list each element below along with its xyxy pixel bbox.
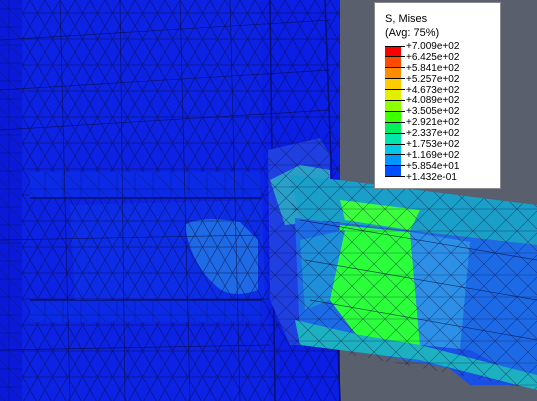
legend-tick (385, 121, 405, 123)
column-left-flange (0, 0, 22, 401)
legend-value: +4.089e+02 (406, 95, 460, 107)
legend-value: +2.337e+02 (406, 128, 460, 140)
legend-tick (385, 154, 405, 156)
legend-tick (385, 165, 405, 167)
legend-swatch (385, 154, 401, 166)
legend-value: +1.169e+02 (406, 149, 460, 161)
legend-swatch (385, 165, 401, 177)
legend-title: S, Mises (385, 13, 428, 25)
legend-min-value: +1.432e-01 (406, 171, 457, 183)
legend-swatch (385, 67, 401, 79)
legend-value: +3.505e+02 (406, 106, 460, 118)
legend-swatch (385, 46, 401, 57)
legend-swatch (385, 144, 401, 155)
legend-tick (385, 176, 405, 178)
legend-level-min: +1.432e-01 (385, 172, 497, 183)
legend-tick (385, 45, 405, 47)
legend-subtitle: (Avg: 75%) (385, 27, 440, 39)
legend-value: +2.921e+02 (406, 117, 460, 129)
legend-value: +5.257e+02 (406, 73, 460, 85)
viewport[interactable]: S, Mises (Avg: 75%) +7.009e+02 +6.425e+0… (0, 0, 537, 401)
legend-tick (385, 132, 405, 134)
legend-swatch (385, 89, 401, 101)
legend-value: +4.673e+02 (406, 84, 460, 96)
legend-tick (385, 89, 405, 91)
panel-zone (70, 200, 265, 300)
legend-swatch (385, 133, 401, 145)
legend-value: +1.753e+02 (406, 139, 460, 151)
legend-scale: +7.009e+02 +6.425e+02 +5.841e+02 +5.257e… (385, 41, 497, 183)
legend-tick (385, 56, 405, 58)
legend-tick (385, 143, 405, 145)
legend-value: +7.009e+02 (406, 41, 460, 52)
legend-tick (385, 99, 405, 101)
legend-swatch (385, 100, 401, 112)
legend-value: +6.425e+02 (406, 51, 460, 63)
legend-swatch (385, 111, 401, 123)
legend-swatch (385, 78, 401, 90)
legend-value: +5.841e+02 (406, 62, 460, 74)
legend-tick (385, 110, 405, 112)
legend-tick (385, 78, 405, 80)
legend-tick (385, 67, 405, 69)
lower-stiffener (30, 299, 262, 322)
legend-swatch (385, 122, 401, 134)
stress-legend: S, Mises (Avg: 75%) +7.009e+02 +6.425e+0… (374, 2, 501, 189)
legend-value: +5.854e+01 (406, 160, 460, 172)
legend-swatch (385, 56, 401, 68)
